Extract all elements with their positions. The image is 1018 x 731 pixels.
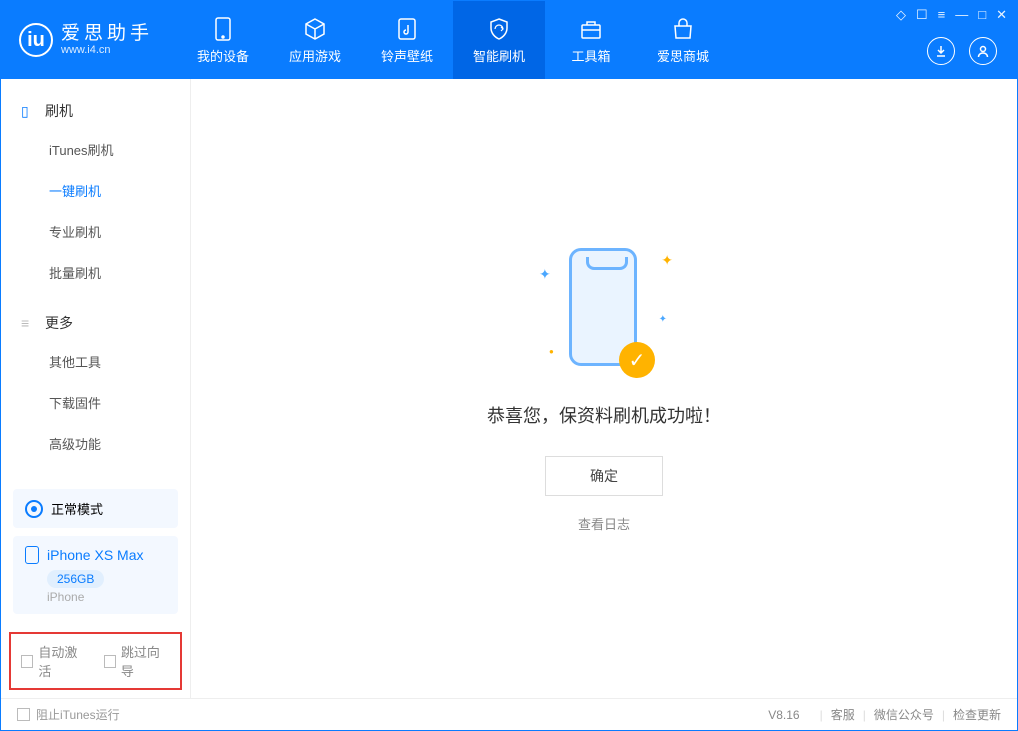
app-logo: iu 爱思助手 www.i4.cn <box>19 23 153 57</box>
device-icon <box>210 16 236 42</box>
device-name: iPhone XS Max <box>47 547 144 563</box>
sidebar-item-itunes-flash[interactable]: iTunes刷机 <box>1 129 190 170</box>
app-subtitle: www.i4.cn <box>61 44 153 56</box>
footer-link-wechat[interactable]: 微信公众号 <box>874 706 934 723</box>
music-file-icon <box>394 16 420 42</box>
flash-options-row: 自动激活 跳过向导 <box>9 632 182 690</box>
app-header: iu 爱思助手 www.i4.cn 我的设备 应用游戏 铃声壁纸 智能刷机 工具… <box>1 1 1017 79</box>
view-log-link[interactable]: 查看日志 <box>578 514 630 533</box>
feedback-icon[interactable]: ☐ <box>916 7 928 23</box>
tab-smart-flash[interactable]: 智能刷机 <box>453 1 545 79</box>
block-itunes-checkbox[interactable]: 阻止iTunes运行 <box>17 706 120 723</box>
main-tabs: 我的设备 应用游戏 铃声壁纸 智能刷机 工具箱 爱思商城 <box>177 1 729 79</box>
device-info-box[interactable]: iPhone XS Max 256GB iPhone <box>13 536 178 614</box>
status-bar: 阻止iTunes运行 V8.16 | 客服 | 微信公众号 | 检查更新 <box>1 698 1017 730</box>
skip-guide-checkbox[interactable]: 跳过向导 <box>104 642 171 680</box>
sidebar-item-batch-flash[interactable]: 批量刷机 <box>1 252 190 293</box>
tab-store[interactable]: 爱思商城 <box>637 1 729 79</box>
sidebar-item-oneclick-flash[interactable]: 一键刷机 <box>1 170 190 211</box>
device-type: iPhone <box>47 590 166 604</box>
success-message: 恭喜您，保资料刷机成功啦！ <box>487 402 721 428</box>
shield-refresh-icon <box>486 16 512 42</box>
sidebar-group-flash: ▯ 刷机 <box>1 93 190 129</box>
toolbox-icon <box>578 16 604 42</box>
window-controls: ◇ ☐ ≡ — □ ✕ <box>896 7 1007 23</box>
auto-activate-checkbox[interactable]: 自动激活 <box>21 642 88 680</box>
sidebar-item-pro-flash[interactable]: 专业刷机 <box>1 211 190 252</box>
device-phone-icon <box>25 546 39 564</box>
list-icon: ≡ <box>21 315 37 331</box>
checkmark-icon: ✓ <box>619 342 655 378</box>
store-icon <box>670 16 696 42</box>
mode-indicator-icon <box>25 500 43 518</box>
skin-icon[interactable]: ◇ <box>896 7 906 23</box>
menu-icon[interactable]: ≡ <box>938 7 946 23</box>
sidebar: ▯ 刷机 iTunes刷机 一键刷机 专业刷机 批量刷机 ≡ 更多 其他工具 下… <box>1 79 191 698</box>
sidebar-item-other-tools[interactable]: 其他工具 <box>1 341 190 382</box>
maximize-button[interactable]: □ <box>978 7 986 23</box>
sidebar-group-more: ≡ 更多 <box>1 305 190 341</box>
main-content: ✓ ✦✦✦● 恭喜您，保资料刷机成功啦！ 确定 查看日志 <box>191 79 1017 698</box>
ok-button[interactable]: 确定 <box>545 456 663 496</box>
minimize-button[interactable]: — <box>955 7 968 23</box>
app-title: 爱思助手 <box>61 24 153 45</box>
version-label: V8.16 <box>768 708 799 722</box>
device-mode-box[interactable]: 正常模式 <box>13 489 178 528</box>
tab-ringtone-wallpaper[interactable]: 铃声壁纸 <box>361 1 453 79</box>
user-account-button[interactable] <box>969 37 997 65</box>
close-button[interactable]: ✕ <box>996 7 1007 23</box>
logo-icon: iu <box>19 23 53 57</box>
phone-icon: ▯ <box>21 103 37 120</box>
tab-apps-games[interactable]: 应用游戏 <box>269 1 361 79</box>
success-illustration: ✓ ✦✦✦● <box>559 244 649 374</box>
footer-link-update[interactable]: 检查更新 <box>953 706 1001 723</box>
sidebar-item-download-firmware[interactable]: 下载固件 <box>1 382 190 423</box>
mode-label: 正常模式 <box>51 499 103 518</box>
sidebar-item-advanced[interactable]: 高级功能 <box>1 423 190 464</box>
tab-my-device[interactable]: 我的设备 <box>177 1 269 79</box>
download-manager-button[interactable] <box>927 37 955 65</box>
cube-icon <box>302 16 328 42</box>
tab-toolbox[interactable]: 工具箱 <box>545 1 637 79</box>
footer-link-support[interactable]: 客服 <box>831 706 855 723</box>
device-capacity-badge: 256GB <box>47 570 104 588</box>
